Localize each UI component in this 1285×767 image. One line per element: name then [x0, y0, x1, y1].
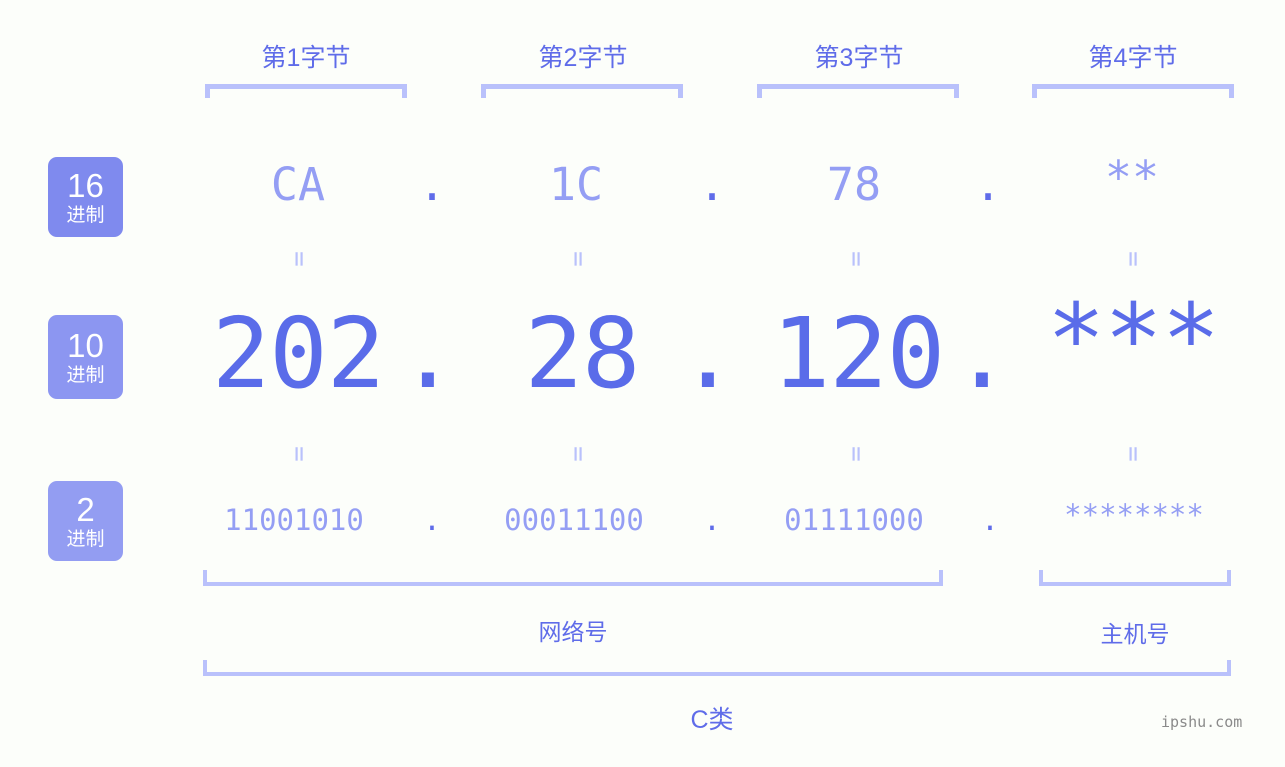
hex-byte-2: 1C: [548, 158, 604, 211]
byte-bracket-4: [1032, 84, 1234, 98]
equals-glyph: =: [563, 251, 593, 267]
bin-byte-1: 11001010: [224, 503, 364, 537]
equals-glyph: =: [284, 446, 314, 462]
badge-hex-number: 16: [67, 166, 104, 204]
byte-header-1: 第1字节: [204, 38, 408, 74]
bin-dot-2: .: [703, 503, 721, 537]
equals-glyph: =: [1118, 446, 1148, 462]
byte-header-3: 第3字节: [757, 38, 961, 74]
bin-dot-3: .: [981, 503, 999, 537]
badge-bin: 2 进制: [48, 481, 123, 561]
dec-byte-1: 202: [211, 297, 385, 410]
network-id-bracket: [203, 570, 943, 586]
dec-dot-3: .: [952, 297, 1012, 410]
byte-header-4: 第4字节: [1031, 38, 1235, 74]
dec-dot-1: .: [398, 297, 458, 410]
ip-class-bracket: [203, 660, 1231, 676]
equals-separator-hex-dec-1: =: [284, 246, 314, 272]
byte-header-3-label: 第3字节: [814, 44, 904, 72]
equals-separator-hex-dec-4: =: [1118, 246, 1148, 272]
ip-breakdown-diagram: 第1字节 第2字节 第3字节 第4字节 16 进制 10 进制 2 进制 CA …: [0, 0, 1285, 767]
hex-byte-3: 78: [826, 158, 882, 211]
badge-hex-system: 进制: [66, 204, 105, 226]
badge-dec: 10 进制: [48, 315, 123, 399]
badge-dec-system: 进制: [66, 364, 105, 386]
equals-glyph: =: [563, 446, 593, 462]
equals-separator-dec-bin-4: =: [1118, 441, 1148, 467]
equals-separator-dec-bin-2: =: [563, 441, 593, 467]
equals-separator-dec-bin-3: =: [841, 441, 871, 467]
hex-dot-3: .: [974, 158, 1002, 211]
network-id-label: 网络号: [538, 619, 608, 645]
byte-bracket-2: [481, 84, 683, 98]
bin-byte-3: 01111000: [784, 503, 924, 537]
site-watermark: ipshu.com: [1161, 713, 1243, 731]
bin-byte-2: 00011100: [504, 503, 644, 537]
dec-byte-4: ***: [1046, 283, 1220, 396]
equals-glyph: =: [841, 251, 871, 267]
dec-byte-3: 120: [771, 297, 945, 410]
hex-dot-1: .: [418, 158, 446, 211]
equals-glyph: =: [284, 251, 314, 267]
badge-bin-number: 2: [76, 490, 95, 528]
ip-class-label: C类: [690, 706, 734, 734]
equals-separator-dec-bin-1: =: [284, 441, 314, 467]
bin-byte-4: ********: [1064, 498, 1204, 532]
badge-hex: 16 进制: [48, 157, 123, 237]
byte-header-4-label: 第4字节: [1088, 44, 1178, 72]
host-id-bracket: [1039, 570, 1231, 586]
bin-dot-1: .: [423, 503, 441, 537]
host-id-label: 主机号: [1100, 621, 1170, 647]
hex-byte-1: CA: [270, 158, 326, 211]
hex-byte-4: **: [1104, 151, 1160, 204]
dec-dot-2: .: [678, 297, 738, 410]
badge-dec-number: 10: [67, 326, 104, 364]
hex-dot-2: .: [698, 158, 726, 211]
dec-byte-2: 28: [524, 297, 641, 410]
byte-header-1-label: 第1字节: [261, 44, 351, 72]
equals-separator-hex-dec-3: =: [841, 246, 871, 272]
byte-header-2: 第2字节: [481, 38, 685, 74]
byte-bracket-1: [205, 84, 407, 98]
equals-glyph: =: [1118, 251, 1148, 267]
equals-glyph: =: [841, 446, 871, 462]
byte-bracket-3: [757, 84, 959, 98]
byte-header-2-label: 第2字节: [538, 44, 628, 72]
badge-bin-system: 进制: [66, 528, 105, 550]
equals-separator-hex-dec-2: =: [563, 246, 593, 272]
